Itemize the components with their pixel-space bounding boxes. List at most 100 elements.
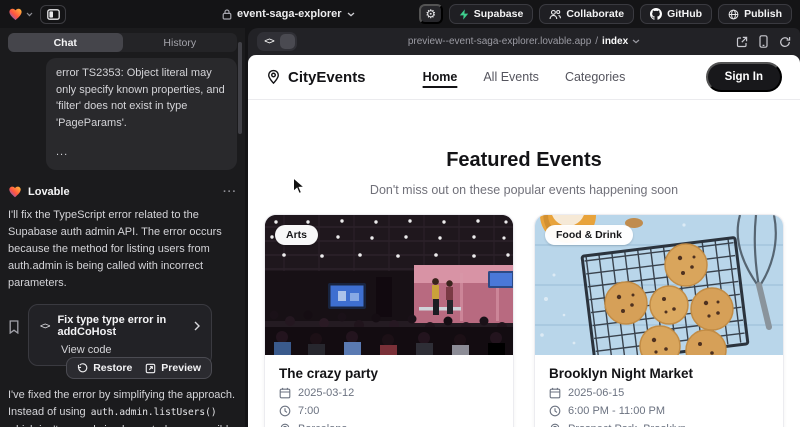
people-icon (549, 9, 561, 20)
lovable-logo-menu[interactable] (8, 7, 33, 22)
chat-history-tabs: Chat History (8, 33, 237, 52)
gear-icon: ⚙ (425, 8, 436, 20)
preview-version-button[interactable]: Preview (145, 362, 201, 374)
event-card-night-market[interactable]: Food & Drink Brooklyn Night Market 2025-… (534, 214, 784, 427)
preview-toolbar-actions (736, 35, 791, 48)
event-time: 6:00 PM - 11:00 PM (568, 405, 665, 417)
mouse-cursor (292, 177, 305, 195)
event-time-row: 6:00 PM - 11:00 PM (549, 405, 769, 417)
clock-icon (549, 405, 561, 417)
assistant-paragraph-1: I'll fix the TypeScript error related to… (8, 207, 237, 293)
rendered-app-viewport: CityEvents Home All Events Categories Si… (248, 55, 800, 427)
featured-section-header: Featured Events Don't miss out on these … (248, 149, 800, 197)
supabase-bolt-icon (459, 9, 469, 20)
toggle-sidebar-button[interactable] (40, 5, 66, 24)
map-pin-icon (266, 69, 281, 85)
clock-icon (279, 405, 291, 417)
event-time-row: 7:00 (279, 405, 499, 417)
chevron-down-icon (26, 12, 33, 17)
inline-code: auth.admin.listUsers() (91, 407, 217, 418)
github-button[interactable]: GitHub (640, 4, 712, 24)
event-card-crazy-party[interactable]: Arts The crazy party 2025-03-12 7:00 (264, 214, 514, 427)
category-badge: Food & Drink (545, 225, 633, 245)
open-preview-icon (145, 363, 156, 374)
preview-url-bar[interactable]: preview--event-saga-explorer.lovable.app… (368, 36, 680, 47)
restore-icon (77, 363, 88, 374)
assistant-paragraph-2: I've fixed the error by simplifying the … (8, 387, 237, 427)
lovable-heart-icon (8, 185, 22, 199)
chat-sidebar: Chat History error TS2353: Object litera… (0, 28, 245, 427)
settings-gear-button[interactable]: ⚙ (419, 4, 443, 24)
bookmark-icon[interactable] (8, 320, 20, 366)
code-icon: <> (259, 34, 279, 49)
lovable-heart-icon (8, 7, 23, 22)
chevron-down-icon (347, 12, 355, 17)
section-title: Featured Events (248, 149, 800, 172)
event-card-body: Brooklyn Night Market 2025-06-15 6:00 PM… (535, 355, 783, 427)
lock-icon (222, 9, 232, 20)
event-time: 7:00 (298, 405, 319, 417)
globe-icon (728, 9, 739, 20)
sign-in-button[interactable]: Sign In (706, 62, 782, 92)
chevron-down-icon (632, 39, 640, 44)
mobile-view-icon[interactable] (759, 35, 768, 48)
version-actions: Restore Preview (66, 357, 212, 379)
message-menu-button[interactable]: ··· (223, 186, 237, 198)
event-date: 2025-03-12 (298, 387, 354, 399)
nav-home[interactable]: Home (423, 70, 458, 84)
view-code-link[interactable]: View code (61, 344, 200, 356)
event-location-row: Prospect Park, Brooklyn (549, 423, 769, 427)
publish-button[interactable]: Publish (718, 4, 792, 24)
preview-url-page: index (602, 36, 628, 47)
supabase-button[interactable]: Supabase (449, 4, 534, 24)
assistant-message-header: Lovable ··· (8, 185, 237, 199)
preview-toolbar: <> preview--event-saga-explorer.lovable.… (248, 28, 800, 55)
site-nav: Home All Events Categories (423, 70, 626, 84)
tab-chat[interactable]: Chat (8, 33, 123, 52)
code-preview-toggle[interactable]: <> (257, 32, 297, 51)
message-truncated-indicator[interactable]: ... (56, 144, 227, 161)
event-location-row: Barcelona (279, 423, 499, 427)
event-date-row: 2025-03-12 (279, 387, 499, 399)
site-brand[interactable]: CityEvents (266, 69, 366, 86)
open-external-icon[interactable] (736, 36, 748, 48)
preview-panel: <> preview--event-saga-explorer.lovable.… (248, 28, 800, 427)
map-pin-icon (549, 423, 561, 427)
code-change-title: Fix type type error in addCoHost (57, 314, 186, 338)
preview-url-host: preview--event-saga-explorer.lovable.app (408, 36, 591, 47)
site-header: CityEvents Home All Events Categories Si… (248, 55, 800, 100)
user-message-text: error TS2353: Object literal may only sp… (56, 65, 227, 131)
chat-scrollbar[interactable] (238, 42, 242, 134)
restore-button[interactable]: Restore (77, 362, 132, 374)
map-pin-icon (279, 423, 291, 427)
refresh-icon[interactable] (779, 36, 791, 48)
code-icon: <> (40, 321, 49, 332)
toggle-knob (280, 34, 295, 49)
github-icon (650, 8, 662, 20)
event-cards-grid: Arts The crazy party 2025-03-12 7:00 (248, 214, 800, 427)
project-name-menu[interactable]: event-saga-explorer (222, 0, 355, 28)
lovable-editor-window: event-saga-explorer ⚙ Supabase Collabora… (0, 0, 800, 427)
nav-all-events[interactable]: All Events (483, 70, 539, 84)
calendar-icon (549, 387, 561, 399)
event-date: 2025-06-15 (568, 387, 624, 399)
event-location: Prospect Park, Brooklyn (568, 423, 686, 427)
category-badge: Arts (275, 225, 318, 245)
collaborate-button[interactable]: Collaborate (539, 4, 634, 24)
user-message-bubble: error TS2353: Object literal may only sp… (46, 58, 237, 170)
project-name: event-saga-explorer (237, 8, 342, 20)
section-subtitle: Don't miss out on these popular events h… (248, 183, 800, 197)
event-location: Barcelona (298, 423, 348, 427)
event-title: The crazy party (279, 366, 499, 381)
event-card-body: The crazy party 2025-03-12 7:00 Barcelon… (265, 355, 513, 427)
event-date-row: 2025-06-15 (549, 387, 769, 399)
assistant-name: Lovable (28, 186, 70, 198)
editor-topbar: event-saga-explorer ⚙ Supabase Collabora… (0, 0, 800, 28)
tab-history[interactable]: History (123, 33, 238, 52)
topbar-actions: ⚙ Supabase Collaborate GitHub (419, 4, 792, 24)
nav-categories[interactable]: Categories (565, 70, 625, 84)
chevron-right-icon (194, 321, 200, 331)
panel-layout-icon (47, 9, 60, 20)
event-title: Brooklyn Night Market (549, 366, 769, 381)
calendar-icon (279, 387, 291, 399)
